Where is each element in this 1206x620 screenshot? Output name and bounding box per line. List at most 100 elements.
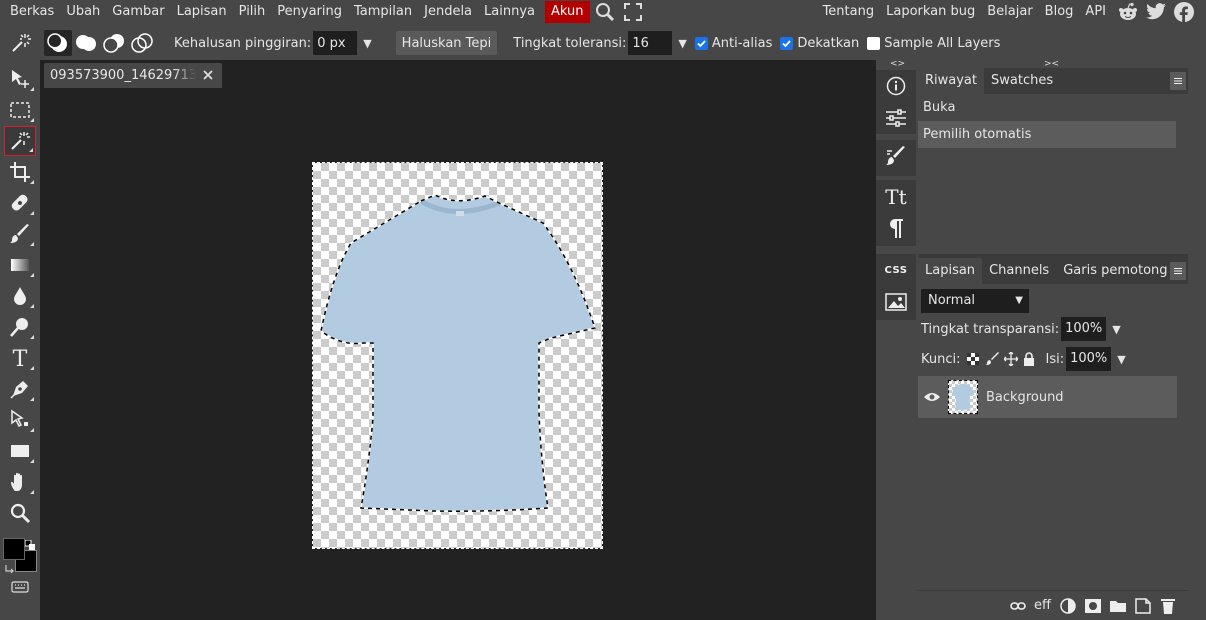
close-icon[interactable] [202,68,214,82]
tolerance-dropdown-icon[interactable]: ▼ [678,37,686,50]
sample-all-layers-checkbox[interactable]: Sample All Layers [867,36,1000,51]
adjustment-layer-icon[interactable] [1055,595,1080,617]
menu-about[interactable]: Tentang [817,1,881,23]
layer-effects-button[interactable]: eff [1030,595,1055,617]
tab-history[interactable]: Riwayat [918,68,984,94]
menu-window[interactable]: Jendela [418,1,478,23]
fullscreen-icon[interactable] [620,1,646,23]
shape-tool[interactable] [4,436,36,466]
menu-image[interactable]: Gambar [106,1,170,23]
lock-all-icon[interactable] [1022,352,1036,366]
fill-dropdown-icon[interactable]: ▼ [1117,353,1125,366]
anti-alias-checkbox[interactable]: Anti-alias [694,36,772,51]
smooth-edges-button[interactable]: Haluskan Tepi [395,31,498,55]
pen-tool[interactable] [4,374,36,404]
new-layer-icon[interactable] [1130,595,1155,617]
edge-smoothing-label: Kehalusan pinggiran: [174,35,312,51]
hand-tool[interactable] [4,467,36,497]
panel-icon-strip: <> Tt CSS [876,59,916,620]
blur-tool[interactable] [4,281,36,311]
lock-position-icon[interactable] [1003,352,1018,366]
tab-paths[interactable]: Garis pemotong [1056,258,1174,284]
reddit-icon[interactable] [1116,1,1140,23]
menu-learn[interactable]: Belajar [981,1,1038,23]
panel-menu-icon[interactable] [1170,72,1186,90]
info-icon[interactable] [876,70,916,102]
image-canvas[interactable] [312,162,603,549]
lock-pixels-icon[interactable] [985,352,1000,366]
crop-tool[interactable] [4,157,36,187]
tab-layers[interactable]: Lapisan [918,258,983,284]
delete-layer-icon[interactable] [1155,595,1180,617]
magic-wand-tool[interactable] [4,126,36,156]
keyboard-icon[interactable] [4,576,36,598]
tab-channels[interactable]: Channels [982,258,1056,284]
menu-filter[interactable]: Penyaring [271,1,348,23]
menu-layer[interactable]: Lapisan [171,1,233,23]
brush-tool[interactable] [4,219,36,249]
healing-tool[interactable] [4,188,36,218]
swap-colors-icon[interactable] [4,562,16,574]
opacity-input[interactable]: 100% [1061,317,1107,341]
new-group-icon[interactable] [1105,595,1130,617]
layer-mask-icon[interactable] [1080,595,1105,617]
character-icon[interactable]: Tt [876,180,916,212]
menu-file[interactable]: Berkas [4,1,60,23]
fill-label: Isi: [1045,351,1065,367]
mode-new-selection-button[interactable] [44,30,72,56]
marquee-tool[interactable] [4,95,36,125]
menu-left: Berkas Ubah Gambar Lapisan Pilih Penyari… [0,0,646,24]
blend-mode-select[interactable]: Normal ▼ [921,289,1029,313]
facebook-icon[interactable] [1172,1,1196,23]
menu-blog[interactable]: Blog [1039,1,1080,23]
move-tool[interactable] [4,64,36,94]
layers-panel-tabs: Lapisan Channels Garis pemotong [918,258,1188,284]
tab-swatches[interactable]: Swatches [984,68,1060,94]
lock-label: Kunci: [921,351,961,367]
edge-smoothing-input[interactable] [313,31,358,55]
canvas-workspace[interactable]: 093573900_1462971336 [40,60,876,620]
collapse-panels-icon[interactable]: <> [890,59,905,69]
eye-icon[interactable] [918,391,946,403]
panel-menu-icon[interactable] [1170,262,1186,280]
color-swatches[interactable] [3,538,39,578]
contiguous-checkbox[interactable]: Dekatkan [780,36,859,51]
menu-select[interactable]: Pilih [233,1,272,23]
history-item-selected[interactable]: Pemilih otomatis [918,121,1176,148]
fill-input[interactable]: 100% [1066,347,1112,371]
foreground-color-swatch[interactable] [3,538,25,560]
menu-bar: Berkas Ubah Gambar Lapisan Pilih Penyari… [0,0,1206,24]
menu-report-bug[interactable]: Laporkan bug [880,1,981,23]
mode-intersect-selection-button[interactable] [128,30,156,56]
link-layers-icon[interactable] [1005,595,1030,617]
opacity-dropdown-icon[interactable]: ▼ [1112,323,1120,336]
gradient-tool[interactable] [4,250,36,280]
dodge-tool[interactable] [4,312,36,342]
paragraph-icon[interactable] [876,212,916,244]
menu-api[interactable]: API [1079,1,1112,23]
zoom-tool[interactable] [4,498,36,528]
menu-account[interactable]: Akun [545,1,590,23]
menu-view[interactable]: Tampilan [348,1,418,23]
lock-transparency-icon[interactable] [966,352,980,366]
css-icon[interactable]: CSS [876,254,916,286]
blend-mode-value: Normal [928,293,976,308]
history-panel-tabs: Riwayat Swatches [918,68,1188,94]
twitter-icon[interactable] [1144,1,1168,23]
menu-edit[interactable]: Ubah [60,1,106,23]
adjustments-icon[interactable] [876,102,916,134]
history-item[interactable]: Buka [918,94,1176,121]
mode-subtract-selection-button[interactable] [100,30,128,56]
type-tool[interactable]: T [4,343,36,373]
mode-add-selection-button[interactable] [72,30,100,56]
document-tab[interactable]: 093573900_1462971336 [44,63,222,88]
path-select-tool[interactable] [4,405,36,435]
layer-row-background[interactable]: Background [918,376,1177,418]
tolerance-input[interactable] [628,31,673,55]
edge-smoothing-dropdown-icon[interactable]: ▼ [363,37,371,50]
menu-more[interactable]: Lainnya [478,1,541,23]
image-library-icon[interactable] [876,286,916,318]
brush-settings-icon[interactable] [876,140,916,172]
default-colors-icon[interactable] [25,540,35,550]
search-icon[interactable] [592,1,618,23]
